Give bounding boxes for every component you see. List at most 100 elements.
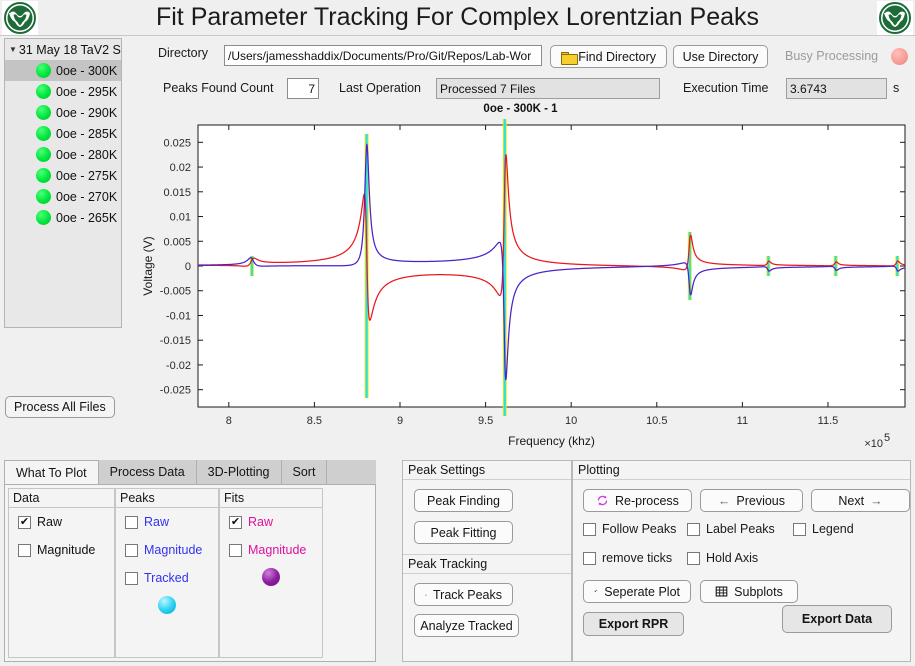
checkbox-label: Tracked: [144, 571, 189, 585]
peak-finding-button[interactable]: Peak Finding: [414, 489, 513, 512]
tree-item[interactable]: 0oe - 265K -: [5, 207, 121, 228]
checkbox-row[interactable]: Magnitude: [9, 536, 114, 564]
peak-settings-panel: Peak Settings Peak Finding Peak Fitting …: [402, 460, 572, 662]
execution-time-label: Execution Time: [683, 81, 769, 95]
file-tree[interactable]: ▼ 31 May 18 TaV2 SM 0oe - 300K - 0oe - 29…: [4, 38, 122, 328]
export-rpr-button[interactable]: Export RPR: [583, 612, 684, 636]
svg-text:9.5: 9.5: [478, 415, 493, 427]
tree-item[interactable]: 0oe - 275K -: [5, 165, 121, 186]
refresh-icon: [597, 495, 608, 506]
execution-time-unit: s: [893, 81, 900, 95]
color-swatch-purple[interactable]: [262, 568, 280, 586]
column-header: Peaks: [116, 489, 218, 508]
tracked-checkbox[interactable]: [125, 571, 138, 585]
tab-3d-plotting[interactable]: 3D-Plotting: [196, 460, 282, 484]
csu-ram-logo-icon-right: [877, 1, 913, 35]
busy-processing-label: Busy Processing: [785, 49, 879, 63]
raw-checkbox[interactable]: ✔: [18, 515, 31, 529]
tree-item[interactable]: 0oe - 290K -: [5, 102, 121, 123]
tree-item[interactable]: 0oe - 270K -: [5, 186, 121, 207]
follow-peaks-checkbox[interactable]: [583, 522, 596, 536]
export-data-button[interactable]: Export Data: [782, 605, 892, 633]
seperate-plot-button[interactable]: Seperate Plot: [583, 580, 691, 603]
re-process-button[interactable]: Re-process: [583, 489, 692, 512]
directory-input[interactable]: /Users/jamesshaddix/Documents/Pro/Git/Re…: [224, 45, 542, 66]
checkbox-row[interactable]: Magnitude: [116, 536, 218, 564]
checkbox-row[interactable]: Tracked: [116, 564, 218, 592]
hold-axis-checkbox[interactable]: [687, 551, 700, 565]
label-peaks-checkbox-row[interactable]: Label Peaks: [687, 522, 793, 536]
checkbox-row[interactable]: ✔ Raw: [9, 508, 114, 536]
remove-ticks-checkbox[interactable]: [583, 551, 596, 565]
column-peaks: Peaks Raw Magnitude Tracked: [115, 488, 219, 658]
label-peaks-checkbox[interactable]: [687, 522, 700, 536]
csu-ram-logo-icon: [2, 1, 38, 35]
follow-peaks-checkbox-row[interactable]: Follow Peaks: [583, 522, 687, 536]
status-dot-icon: [36, 105, 51, 120]
checkbox-row[interactable]: ✔ Raw: [220, 508, 322, 536]
next-button[interactable]: Next →: [810, 489, 911, 512]
track-peaks-button[interactable]: Track Peaks: [414, 583, 513, 606]
checkbox-label: Magnitude: [144, 543, 203, 557]
plotting-panel: Plotting Re-process ← Previous Next → Fo…: [572, 460, 911, 662]
tree-item-label: 0oe - 300K -: [56, 63, 122, 78]
svg-text:10: 10: [565, 415, 577, 427]
remove-ticks-label: remove ticks: [602, 551, 673, 565]
peak-settings-header: Peak Settings: [403, 461, 571, 480]
column-header: Fits: [220, 489, 322, 508]
svg-text:-0.025: -0.025: [160, 385, 191, 397]
hold-axis-checkbox-row[interactable]: Hold Axis: [687, 551, 758, 565]
color-swatch-cyan[interactable]: [158, 596, 176, 614]
magnitude-checkbox[interactable]: [125, 543, 138, 557]
label-peaks-label: Label Peaks: [706, 522, 775, 536]
what-to-plot-panel[interactable]: Data ✔ Raw Magnitude Peaks Raw Magnitude Tracke…: [4, 485, 376, 662]
analyze-tracked-button[interactable]: Analyze Tracked: [414, 614, 519, 637]
grid-icon: [715, 586, 728, 597]
svg-text:11: 11: [737, 415, 748, 427]
raw-checkbox[interactable]: ✔: [229, 515, 242, 529]
tab-process-data[interactable]: Process Data: [98, 460, 197, 484]
plot-area[interactable]: 0oe - 300K - 1 0.025 0.02 0.015 0.01 0.005 0 -…: [126, 103, 915, 455]
previous-button[interactable]: ← Previous: [699, 489, 803, 512]
magnitude-checkbox[interactable]: [229, 543, 242, 557]
tree-item-label: 0oe - 295K -: [56, 84, 122, 99]
svg-text:0.025: 0.025: [163, 137, 191, 149]
tree-item[interactable]: 0oe - 295K -: [5, 81, 121, 102]
lorentzian-plot[interactable]: 0.025 0.02 0.015 0.01 0.005 0 -0.005 -0.01 -0.01…: [126, 116, 915, 455]
person-pin-icon: [425, 593, 427, 596]
checkbox-row[interactable]: Magnitude: [220, 536, 322, 564]
use-directory-button[interactable]: Use Directory: [673, 45, 768, 68]
svg-text:8: 8: [226, 415, 232, 427]
tab-bar[interactable]: What To Plot Process Data 3D-Plotting Sort: [4, 460, 376, 485]
bottom-tab-panel[interactable]: What To Plot Process Data 3D-Plotting Sort …: [4, 460, 376, 662]
hold-axis-label: Hold Axis: [706, 551, 759, 565]
tree-item[interactable]: 0oe - 280K -: [5, 144, 121, 165]
legend-checkbox[interactable]: [793, 522, 806, 536]
peak-fitting-button[interactable]: Peak Fitting: [414, 521, 513, 544]
tab-what-to-plot[interactable]: What To Plot: [4, 460, 99, 484]
svg-text:0.01: 0.01: [170, 212, 191, 224]
magnitude-checkbox[interactable]: [18, 543, 31, 557]
tree-item[interactable]: 0oe - 300K -: [5, 60, 121, 81]
raw-checkbox[interactable]: [125, 515, 138, 529]
process-all-files-button[interactable]: Process All Files: [5, 396, 115, 418]
last-operation-value: Processed 7 Files: [436, 78, 660, 99]
tab-sort[interactable]: Sort: [281, 460, 328, 484]
execution-time-value: 3.6743: [786, 78, 887, 99]
chevron-down-icon[interactable]: ▼: [9, 45, 17, 54]
peaks-found-count-label: Peaks Found Count: [163, 81, 274, 95]
status-dot-icon: [36, 168, 51, 183]
find-directory-button[interactable]: Find Directory: [550, 45, 667, 68]
legend-checkbox-row[interactable]: Legend: [793, 522, 854, 536]
tree-root-node[interactable]: ▼ 31 May 18 TaV2 SM: [5, 39, 121, 60]
tree-item-label: 0oe - 265K -: [56, 210, 122, 225]
subplots-button[interactable]: Subplots: [700, 580, 798, 603]
remove-ticks-checkbox-row[interactable]: remove ticks: [583, 551, 687, 565]
tree-item[interactable]: 0oe - 285K -: [5, 123, 121, 144]
checkbox-row[interactable]: Raw: [116, 508, 218, 536]
checkbox-label: Raw: [248, 515, 274, 529]
status-dot-icon: [36, 63, 51, 78]
peaks-found-count-input[interactable]: 7: [287, 78, 319, 99]
column-data: Data ✔ Raw Magnitude: [8, 488, 115, 658]
status-dot-icon: [36, 147, 51, 162]
